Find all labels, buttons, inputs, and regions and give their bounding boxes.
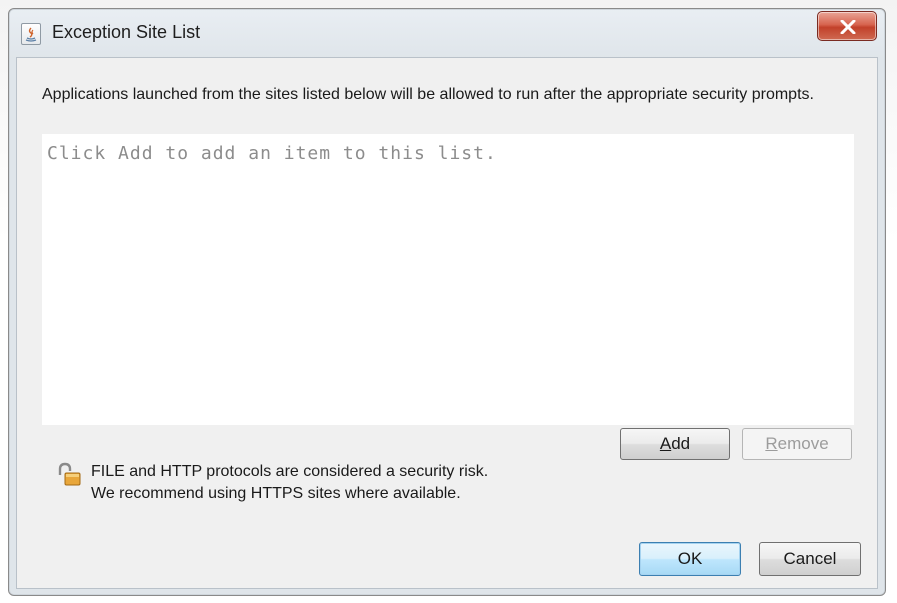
remove-button[interactable]: Remove — [742, 428, 852, 460]
dialog-content: Applications launched from the sites lis… — [16, 57, 878, 589]
security-warning: FILE and HTTP protocols are considered a… — [91, 461, 488, 505]
site-list[interactable]: Click Add to add an item to this list. — [42, 134, 854, 425]
java-icon — [21, 23, 41, 45]
window-title: Exception Site List — [52, 22, 201, 42]
warning-line-1: FILE and HTTP protocols are considered a… — [91, 463, 489, 480]
site-list-placeholder: Click Add to add an item to this list. — [47, 143, 497, 164]
close-icon — [840, 20, 856, 34]
cancel-button[interactable]: Cancel — [759, 542, 861, 576]
title-bar[interactable]: Exception Site List — [9, 9, 885, 57]
remove-button-label: emove — [777, 434, 829, 453]
add-button-label: dd — [671, 434, 691, 453]
add-button-mnemonic: A — [659, 434, 672, 453]
remove-button-mnemonic: R — [765, 434, 778, 453]
description-text: Applications launched from the sites lis… — [42, 86, 814, 103]
unlocked-padlock-icon — [57, 462, 83, 488]
add-button[interactable]: Add — [620, 428, 730, 460]
close-button[interactable] — [817, 11, 877, 41]
exception-site-list-dialog: Exception Site List Applications launche… — [8, 8, 886, 596]
ok-button[interactable]: OK — [639, 542, 741, 576]
warning-line-2: We recommend using HTTPS sites where ava… — [91, 485, 461, 502]
